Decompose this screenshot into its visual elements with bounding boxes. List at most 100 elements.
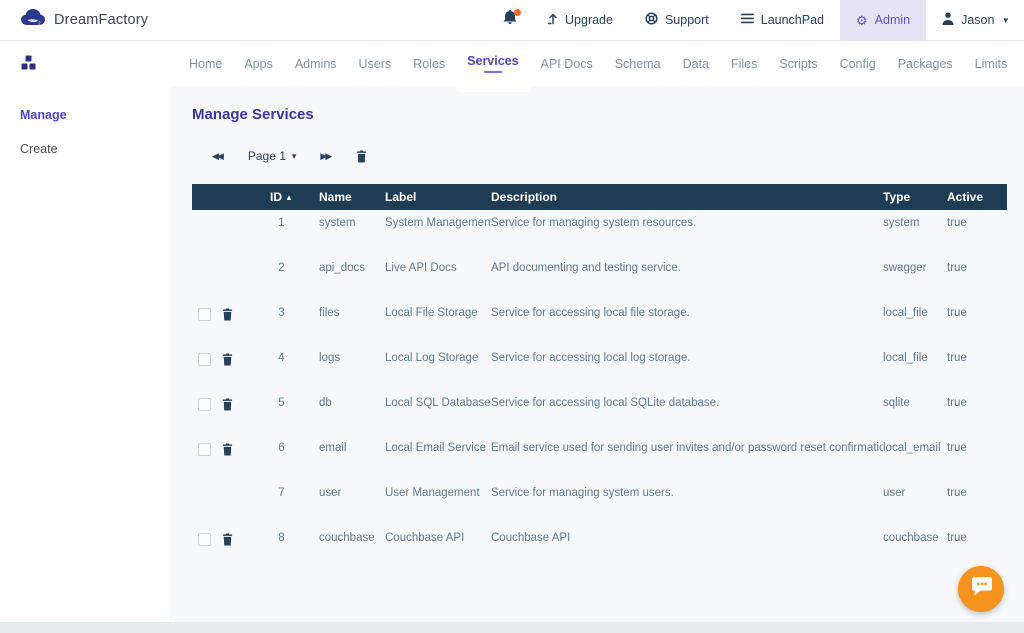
row-delete-button[interactable] (222, 398, 233, 411)
chat-bubble-icon (970, 576, 993, 602)
header-label[interactable]: Label (385, 190, 491, 204)
header-name[interactable]: Name (319, 190, 385, 204)
tab-label: Data (683, 57, 709, 71)
tab-home[interactable]: Home (178, 41, 233, 86)
tab-packages[interactable]: Packages (887, 41, 964, 86)
life-ring-icon (645, 12, 658, 28)
cell-description: Email service used for sending user invi… (491, 442, 883, 454)
launchpad-label: LaunchPad (761, 13, 824, 27)
header-id[interactable]: ID▲ (244, 190, 319, 204)
tab-apps[interactable]: Apps (233, 41, 284, 86)
tab-label: Admins (295, 57, 337, 71)
cell-label: Local Log Storage (385, 352, 491, 364)
table-row: 3filesLocal File StorageService for acce… (192, 300, 1007, 345)
chevron-down-icon: ▾ (1003, 15, 1008, 26)
tab-label: Users (359, 57, 392, 71)
admin-button[interactable]: ⚙ Admin (840, 0, 926, 40)
tab-label: Apps (244, 57, 273, 71)
table-row: 4logsLocal Log StorageService for access… (192, 345, 1007, 390)
tab-label: Home (189, 57, 222, 71)
support-label: Support (665, 13, 709, 27)
cell-name: api_docs (319, 262, 385, 274)
tab-schema[interactable]: Schema (604, 41, 672, 86)
trash-icon (222, 398, 233, 411)
trash-icon (356, 150, 367, 163)
row-delete-button[interactable] (222, 533, 233, 546)
row-delete-cell (216, 442, 244, 459)
tab-users[interactable]: Users (348, 41, 403, 86)
cell-id: 8 (244, 532, 319, 544)
cell-label: Local SQL Database (385, 397, 491, 409)
upgrade-label: Upgrade (565, 13, 613, 27)
header-active[interactable]: Active (947, 190, 1007, 204)
cell-name: files (319, 307, 385, 319)
chat-widget-button[interactable] (958, 566, 1004, 612)
cell-type: swagger (883, 262, 947, 274)
sidebar-item-manage[interactable]: Manage (20, 108, 170, 122)
row-delete-cell (216, 532, 244, 549)
next-page-button[interactable]: ▶▶ (320, 151, 332, 162)
sidebar-item-create[interactable]: Create (20, 142, 170, 156)
notifications-button[interactable] (489, 0, 531, 40)
delete-selected-button[interactable] (356, 150, 367, 163)
tab-services[interactable]: Services (456, 41, 529, 92)
row-delete-button[interactable] (222, 308, 233, 321)
list-icon (741, 13, 754, 27)
top-bar: 2 DreamFactory (0, 0, 1024, 41)
cell-type: local_file (883, 352, 947, 364)
trash-icon (222, 443, 233, 456)
user-menu-button[interactable]: Jason ▾ (926, 0, 1024, 40)
cell-type: user (883, 487, 947, 499)
cell-active: true (947, 352, 1007, 364)
cell-description: Service for accessing local file storage… (491, 307, 883, 319)
tab-config[interactable]: Config (829, 41, 887, 86)
body-row: Manage Create HomeAppsAdminsUsersRolesSe… (0, 41, 1024, 622)
dreamfactory-logo[interactable]: 2 DreamFactory (20, 0, 148, 40)
tab-roles[interactable]: Roles (402, 41, 456, 86)
cell-name: system (319, 217, 385, 229)
row-checkbox[interactable] (198, 353, 211, 366)
page-select-dropdown[interactable]: Page 1 ▾ (248, 149, 297, 163)
services-table: ID▲ Name Label Description Type Active 1… (192, 184, 1007, 570)
table-row: 5dbLocal SQL DatabaseService for accessi… (192, 390, 1007, 435)
tab-api-docs[interactable]: API Docs (530, 41, 604, 86)
tab-scripts[interactable]: Scripts (768, 41, 828, 86)
row-delete-button[interactable] (222, 443, 233, 456)
tab-files[interactable]: Files (720, 41, 768, 86)
cell-type: system (883, 217, 947, 229)
support-button[interactable]: Support (629, 0, 725, 40)
tab-limits[interactable]: Limits (964, 41, 1019, 86)
cell-description: Service for accessing local log storage. (491, 352, 883, 364)
cell-name: logs (319, 352, 385, 364)
cell-name: email (319, 442, 385, 454)
tab-label: Limits (975, 57, 1008, 71)
row-delete-button[interactable] (222, 353, 233, 366)
tab-label: Packages (898, 57, 953, 71)
tab-label: Schema (615, 57, 661, 71)
previous-page-button[interactable]: ◀◀ (212, 151, 224, 162)
row-checkbox[interactable] (198, 533, 211, 546)
header-type[interactable]: Type (883, 190, 947, 204)
table-body: 1systemSystem ManagementService for mana… (192, 210, 1007, 570)
row-delete-cell (216, 307, 244, 324)
cell-name: user (319, 487, 385, 499)
row-checkbox[interactable] (198, 443, 211, 456)
cell-active: true (947, 442, 1007, 454)
cell-label: Couchbase API (385, 532, 491, 544)
cell-active: true (947, 532, 1007, 544)
row-checkbox[interactable] (198, 308, 211, 321)
tab-label: Files (731, 57, 757, 71)
tab-data[interactable]: Data (672, 41, 720, 86)
dreamfactory-admin-page: 2 DreamFactory (0, 0, 1024, 633)
trash-icon (222, 308, 233, 321)
row-checkbox[interactable] (198, 398, 211, 411)
tab-admins[interactable]: Admins (284, 41, 348, 86)
launchpad-button[interactable]: LaunchPad (725, 0, 840, 40)
cell-id: 4 (244, 352, 319, 364)
header-description[interactable]: Description (491, 190, 883, 204)
trash-icon (222, 533, 233, 546)
upgrade-button[interactable]: Upgrade (531, 0, 629, 40)
top-nav: Upgrade Support (489, 0, 1024, 40)
cell-name: db (319, 397, 385, 409)
pagination-bar: ◀◀ Page 1 ▾ ▶▶ (212, 149, 1024, 163)
